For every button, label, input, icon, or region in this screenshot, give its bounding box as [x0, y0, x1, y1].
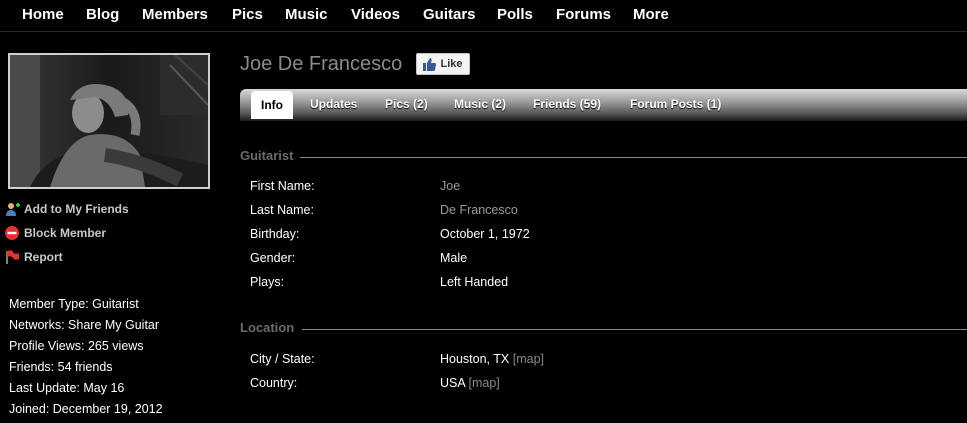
section-divider	[300, 157, 967, 158]
field-label-birthday: Birthday:	[250, 227, 300, 241]
field-value-city-state: Houston, TX [map]	[440, 352, 544, 366]
nav-forums[interactable]: Forums	[556, 6, 611, 23]
nav-pics[interactable]: Pics	[232, 6, 263, 23]
field-label-last-name: Last Name:	[250, 203, 314, 217]
field-value-country: USA [map]	[440, 376, 500, 390]
joined-date: Joined: December 19, 2012	[9, 402, 163, 416]
nav-guitars[interactable]: Guitars	[423, 6, 476, 23]
add-person-icon	[4, 201, 20, 217]
add-friend-label: Add to My Friends	[24, 202, 129, 216]
nav-members[interactable]: Members	[142, 6, 208, 23]
country-map-link[interactable]: [map]	[469, 376, 500, 390]
flag-icon	[4, 249, 20, 265]
nav-blog[interactable]: Blog	[86, 6, 119, 23]
nav-polls[interactable]: Polls	[497, 6, 533, 23]
profile-photo[interactable]	[8, 53, 210, 189]
field-value-first-name: Joe	[440, 179, 461, 193]
nav-videos[interactable]: Videos	[351, 6, 400, 23]
country-text: USA	[440, 376, 466, 390]
field-value-birthday: October 1, 1972	[440, 227, 530, 241]
tab-friends[interactable]: Friends (59)	[533, 97, 601, 111]
city-state-text: Houston, TX	[440, 352, 510, 366]
profile-views: Profile Views: 265 views	[9, 339, 144, 353]
report-action[interactable]: Report	[4, 245, 129, 269]
field-value-plays: Left Handed	[440, 275, 509, 289]
nav-more[interactable]: More	[633, 6, 669, 23]
add-friend-action[interactable]: Add to My Friends	[4, 197, 129, 221]
section-title-location: Location	[240, 320, 295, 335]
tab-pics[interactable]: Pics (2)	[385, 97, 428, 111]
tab-music[interactable]: Music (2)	[454, 97, 506, 111]
field-label-city-state: City / State:	[250, 352, 315, 366]
report-label: Report	[24, 250, 63, 264]
field-value-last-name: De Francesco	[440, 203, 518, 217]
city-map-link[interactable]: [map]	[513, 352, 544, 366]
field-value-gender: Male	[440, 251, 468, 265]
section-title-guitarist: Guitarist	[240, 148, 294, 163]
member-type: Member Type: Guitarist	[9, 297, 139, 311]
top-navigation: Home Blog Members Pics Music Videos Guit…	[0, 0, 967, 32]
friends-count: Friends: 54 friends	[9, 360, 113, 374]
thumbs-up-icon	[423, 57, 437, 71]
field-label-gender: Gender:	[250, 251, 296, 265]
tab-forum-posts[interactable]: Forum Posts (1)	[630, 97, 721, 111]
field-label-plays: Plays:	[250, 275, 285, 289]
last-update: Last Update: May 16	[9, 381, 125, 395]
block-member-label: Block Member	[24, 226, 107, 240]
member-info: Member Type: Guitarist Networks: Share M…	[9, 294, 163, 420]
profile-name: Joe De Francesco	[240, 53, 403, 75]
field-label-first-name: First Name:	[250, 179, 315, 193]
block-member-action[interactable]: Block Member	[4, 221, 129, 245]
member-actions: Add to My Friends Block Member Report	[4, 197, 129, 269]
profile-tabs: Info Updates Pics (2) Music (2) Friends …	[240, 89, 967, 121]
tab-info[interactable]: Info	[251, 91, 293, 119]
section-divider	[302, 329, 967, 330]
member-networks: Networks: Share My Guitar	[9, 318, 160, 332]
block-icon	[4, 225, 20, 241]
nav-home[interactable]: Home	[22, 6, 64, 23]
field-label-country: Country:	[250, 376, 298, 390]
like-label: Like	[440, 58, 463, 70]
nav-music[interactable]: Music	[285, 6, 328, 23]
tab-updates[interactable]: Updates	[310, 97, 357, 111]
like-button[interactable]: Like	[416, 53, 470, 75]
profile-photo-image	[10, 55, 208, 187]
